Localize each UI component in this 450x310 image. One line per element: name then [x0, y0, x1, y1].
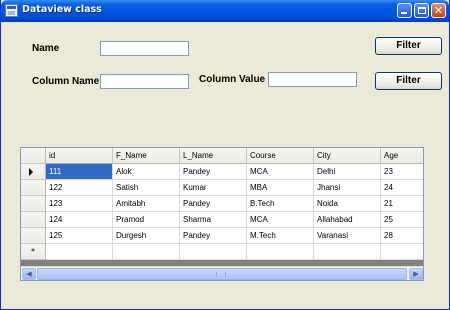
app-icon[interactable]	[5, 4, 18, 17]
cell-city[interactable]	[314, 244, 381, 260]
cell-course[interactable]: MBA	[247, 180, 314, 196]
cell-fname[interactable]: Amitabh	[113, 196, 180, 212]
column-header-fname[interactable]: F_Name	[113, 148, 180, 164]
maximize-icon	[418, 7, 426, 14]
column-value-input[interactable]	[268, 72, 357, 87]
close-icon: ✕	[433, 4, 444, 17]
column-name-label: Column Name	[32, 76, 100, 87]
filter-button-name[interactable]: Filter	[375, 37, 442, 55]
cell-age[interactable]: 25	[381, 212, 423, 228]
cell-id[interactable]: 124	[46, 212, 113, 228]
cell-id[interactable]: 123	[46, 196, 113, 212]
name-label: Name	[32, 43, 60, 54]
cell-id[interactable]: 111	[46, 164, 113, 180]
cell-course[interactable]: MCA	[247, 212, 314, 228]
app-window: Dataview class ✕ Name Filter Column Name…	[0, 0, 450, 310]
cell-course[interactable]: B.Tech	[247, 196, 314, 212]
table-row[interactable]: 125 Durgesh Pandey M.Tech Varanasi 28	[21, 228, 423, 244]
cell-lname[interactable]: Sharma	[180, 212, 247, 228]
scroll-right-button[interactable]: ▶	[409, 268, 423, 280]
cell-fname[interactable]	[113, 244, 180, 260]
close-button[interactable]: ✕	[431, 3, 446, 18]
cell-fname[interactable]: Durgesh	[113, 228, 180, 244]
cell-lname[interactable]	[180, 244, 247, 260]
row-header[interactable]	[21, 228, 46, 244]
column-header-id[interactable]: id	[46, 148, 113, 164]
cell-age[interactable]: 28	[381, 228, 423, 244]
maximize-button[interactable]	[414, 3, 429, 18]
grid-header-row: id F_Name L_Name Course City Age	[21, 148, 423, 164]
cell-id[interactable]	[46, 244, 113, 260]
cell-fname[interactable]: Satish	[113, 180, 180, 196]
table-row[interactable]: 111 Alok Pandey MCA Delhi 23	[21, 164, 423, 180]
cell-age[interactable]: 24	[381, 180, 423, 196]
title-bar[interactable]: Dataview class ✕	[1, 0, 449, 22]
cell-fname[interactable]: Pramod	[113, 212, 180, 228]
current-row-arrow-icon	[29, 168, 33, 176]
name-input[interactable]	[100, 41, 189, 56]
cell-course[interactable]	[247, 244, 314, 260]
scroll-thumb[interactable]	[37, 268, 407, 280]
new-row-marker: *	[21, 244, 46, 260]
cell-city[interactable]: Noida	[314, 196, 381, 212]
column-header-age[interactable]: Age	[381, 148, 423, 164]
cell-fname[interactable]: Alok	[113, 164, 180, 180]
minimize-icon	[401, 12, 407, 14]
cell-city[interactable]: Allahabad	[314, 212, 381, 228]
data-grid[interactable]: id F_Name L_Name Course City Age 111 Alo…	[20, 147, 424, 281]
cell-age[interactable]: 21	[381, 196, 423, 212]
row-header[interactable]	[21, 196, 46, 212]
cell-age[interactable]	[381, 244, 423, 260]
scroll-left-button[interactable]: ◀	[22, 268, 36, 280]
new-row[interactable]: *	[21, 244, 423, 260]
table-row[interactable]: 122 Satish Kumar MBA Jhansi 24	[21, 180, 423, 196]
column-header-course[interactable]: Course	[247, 148, 314, 164]
cell-age[interactable]: 23	[381, 164, 423, 180]
grid-corner-header[interactable]	[21, 148, 46, 164]
cell-id[interactable]: 125	[46, 228, 113, 244]
cell-course[interactable]: MCA	[247, 164, 314, 180]
horizontal-scrollbar[interactable]: ◀ ▶	[21, 266, 423, 280]
filter-button-column[interactable]: Filter	[375, 72, 442, 90]
column-name-input[interactable]	[100, 74, 189, 89]
cell-course[interactable]: M.Tech	[247, 228, 314, 244]
window-title: Dataview class	[22, 4, 102, 15]
cell-id[interactable]: 122	[46, 180, 113, 196]
cell-lname[interactable]: Pandey	[180, 196, 247, 212]
row-header[interactable]	[21, 164, 46, 180]
minimize-button[interactable]	[397, 3, 412, 18]
cell-lname[interactable]: Pandey	[180, 228, 247, 244]
cell-lname[interactable]: Kumar	[180, 180, 247, 196]
cell-city[interactable]: Jhansi	[314, 180, 381, 196]
cell-lname[interactable]: Pandey	[180, 164, 247, 180]
column-value-label: Column Value	[199, 74, 266, 85]
row-header[interactable]	[21, 180, 46, 196]
cell-city[interactable]: Delhi	[314, 164, 381, 180]
table-row[interactable]: 123 Amitabh Pandey B.Tech Noida 21	[21, 196, 423, 212]
cell-city[interactable]: Varanasi	[314, 228, 381, 244]
column-header-city[interactable]: City	[314, 148, 381, 164]
table-row[interactable]: 124 Pramod Sharma MCA Allahabad 25	[21, 212, 423, 228]
column-header-lname[interactable]: L_Name	[180, 148, 247, 164]
row-header[interactable]	[21, 212, 46, 228]
